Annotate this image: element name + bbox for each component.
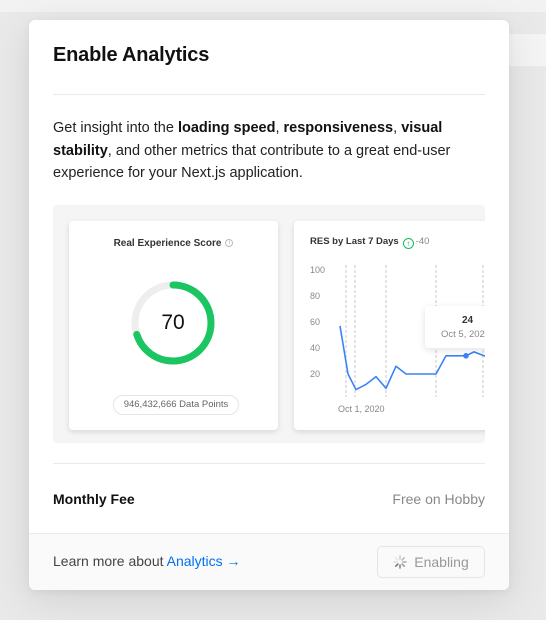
y-tick-label: 80 — [310, 291, 320, 301]
modal-title: Enable Analytics — [53, 44, 210, 66]
info-icon: i — [225, 239, 234, 248]
data-points-badge: 946,432,666 Data Points — [113, 395, 239, 415]
analytics-link[interactable]: Analytics → — [167, 553, 241, 569]
enabling-button[interactable]: Enabling — [377, 546, 485, 578]
y-tick-label: 40 — [310, 343, 320, 353]
monthly-fee-label: Monthly Fee — [53, 491, 135, 507]
score-value: 70 — [161, 311, 185, 334]
background-topbar — [0, 0, 546, 12]
highlight-point — [463, 353, 469, 359]
background-panel — [506, 34, 546, 66]
analytics-preview: Real Experience Score i 70 946,432,666 Da… — [53, 205, 485, 443]
chart-tooltip: 24 Oct 5, 2020 — [425, 306, 485, 348]
x-tick-label: Oct 1, 2020 — [338, 404, 385, 414]
y-tick-label: 20 — [310, 369, 320, 379]
chart-card: RES by Last 7 Days ↑ -40 100 80 60 40 20 Oct 1,… — [294, 221, 485, 430]
enabling-button-label: Enabling — [414, 554, 469, 570]
spinner-icon — [393, 555, 408, 569]
monthly-fee-value: Free on Hobby — [392, 491, 485, 507]
tooltip-day: 24 — [462, 315, 474, 326]
modal-description: Get insight into the loading speed, resp… — [53, 120, 451, 181]
score-card: Real Experience Score i 70 946,432,666 Da… — [69, 221, 278, 430]
modal-footer: Learn more about Analytics → Enabling — [29, 533, 509, 590]
enable-analytics-modal: Enable Analytics Get insight into the lo… — [29, 20, 509, 590]
divider — [53, 94, 485, 95]
learn-more-text: Learn more about Analytics → — [53, 553, 241, 569]
divider — [53, 463, 485, 464]
tooltip-date: Oct 5, 2020 — [441, 329, 485, 340]
score-title: Real Experience Score i — [69, 238, 278, 249]
y-tick-label: 60 — [310, 317, 320, 327]
y-tick-label: 100 — [310, 265, 325, 275]
